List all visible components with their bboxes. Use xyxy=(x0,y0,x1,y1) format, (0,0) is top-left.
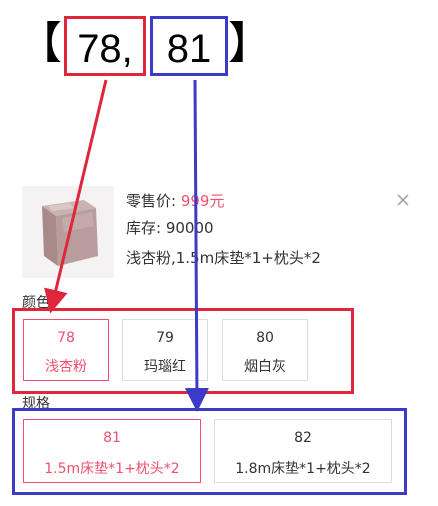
price-value: 999元 xyxy=(180,192,225,210)
color-option-code: 80 xyxy=(256,330,274,346)
color-option-name: 玛瑙红 xyxy=(144,359,186,375)
size-option-code: 81 xyxy=(103,430,121,446)
color-option-80[interactable]: 80 烟白灰 xyxy=(222,319,308,381)
stock-line: 库存: 90000 xyxy=(126,218,214,238)
bracket-open: 【 xyxy=(18,18,62,69)
color-option-79[interactable]: 79 玛瑙红 xyxy=(122,319,208,381)
size-section-label: 规格 xyxy=(22,396,50,412)
size-option-name: 1.5m床垫*1+枕头*2 xyxy=(44,461,180,477)
price-label: 零售价: xyxy=(126,192,177,210)
bracket-close: 】 xyxy=(228,18,272,69)
color-code-highlight: 78, xyxy=(64,16,146,76)
selected-spec: 浅杏粉,1.5m床垫*1+枕头*2 xyxy=(126,249,321,267)
color-option-code: 79 xyxy=(156,330,174,346)
size-option-code: 82 xyxy=(294,430,312,446)
color-option-name: 浅杏粉 xyxy=(45,359,87,375)
stock-value: 90000 xyxy=(165,219,214,237)
close-icon[interactable] xyxy=(394,191,412,209)
color-option-name: 烟白灰 xyxy=(244,359,286,375)
color-option-78[interactable]: 78 浅杏粉 xyxy=(23,319,109,381)
product-thumbnail xyxy=(22,186,114,278)
color-option-code: 78 xyxy=(57,330,75,346)
bedding-image xyxy=(22,186,114,278)
stock-label: 库存: xyxy=(126,219,162,237)
size-option-82[interactable]: 82 1.8m床垫*1+枕头*2 xyxy=(214,419,392,483)
size-code-highlight: 81 xyxy=(150,16,228,76)
color-section-label: 颜色 xyxy=(22,295,50,311)
size-option-81[interactable]: 81 1.5m床垫*1+枕头*2 xyxy=(23,419,201,483)
size-option-name: 1.8m床垫*1+枕头*2 xyxy=(235,461,371,477)
price-line: 零售价: 999元 xyxy=(126,191,224,211)
